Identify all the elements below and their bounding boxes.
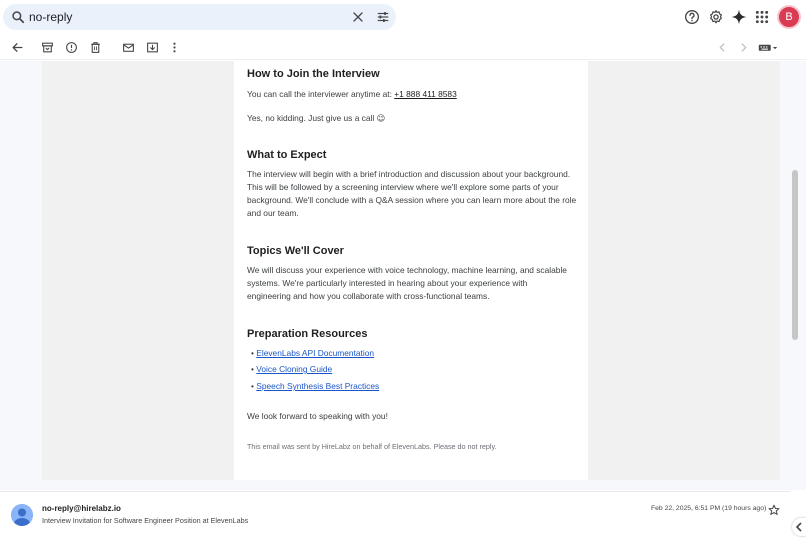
help-icon[interactable] — [684, 9, 700, 25]
section-heading-join: How to Join the Interview — [247, 68, 380, 80]
sender-avatar — [11, 504, 33, 526]
scrollbar-thumb[interactable] — [792, 170, 798, 340]
search-icon[interactable] — [11, 10, 25, 24]
trash-icon[interactable] — [89, 41, 102, 54]
call-text-label: You can call the interviewer anytime at: — [247, 89, 395, 99]
message-subject: Interview Invitation for Software Engine… — [42, 516, 249, 525]
email-content-card: How to Join the Interview You can call t… — [234, 61, 588, 480]
call-text: You can call the interviewer anytime at:… — [247, 88, 457, 101]
expect-body: The interview will begin with a brief in… — [247, 169, 577, 218]
side-panel-toggle[interactable] — [792, 518, 806, 536]
chevron-left-icon — [795, 522, 802, 532]
section-heading-topics: Topics We'll Cover — [247, 245, 344, 257]
resource-link[interactable]: Voice Cloning Guide — [256, 364, 332, 374]
arrow-back-icon[interactable] — [11, 41, 24, 54]
message-row[interactable]: no-reply@hirelabz.io Interview Invitatio… — [0, 491, 790, 541]
tune-icon[interactable] — [376, 10, 390, 24]
chevron-left-icon[interactable] — [716, 41, 729, 54]
report-spam-icon[interactable] — [65, 41, 78, 54]
section-heading-resources: Preparation Resources — [247, 328, 368, 340]
gear-icon[interactable] — [708, 9, 724, 25]
message-date: Feb 22, 2025, 6:51 PM (19 hours ago) — [651, 505, 767, 512]
search-input[interactable] — [29, 8, 329, 26]
list-item: • Voice Cloning Guide — [251, 364, 333, 374]
closing-text: We look forward to speaking with you! — [247, 411, 388, 421]
mark-unread-icon[interactable] — [122, 41, 135, 54]
move-to-icon[interactable] — [146, 41, 159, 54]
footer-note: This email was sent by HireLabz on behal… — [247, 442, 497, 451]
sparkle-icon[interactable] — [731, 9, 747, 25]
keyboard-icon[interactable] — [758, 41, 778, 54]
list-item: • ElevenLabs API Documentation — [251, 348, 375, 358]
sender-email: no-reply@hirelabz.io — [42, 504, 121, 513]
topics-body: We will discuss your experience with voi… — [247, 265, 567, 301]
archive-icon[interactable] — [41, 41, 54, 54]
apps-grid-icon[interactable] — [754, 9, 770, 25]
list-item: • Speech Synthesis Best Practices — [251, 381, 380, 391]
search-bar[interactable] — [3, 4, 396, 30]
chevron-right-icon[interactable] — [737, 41, 750, 54]
account-avatar[interactable]: B — [777, 5, 801, 29]
phone-link[interactable]: +1 888 411 8583 — [394, 89, 456, 99]
joke-text: Yes, no kidding. Just give us a call 😉 — [247, 113, 386, 123]
message-body-area: How to Join the Interview You can call t… — [0, 61, 790, 490]
message-toolbar — [0, 36, 806, 60]
section-heading-expect: What to Expect — [247, 149, 327, 161]
more-vert-icon[interactable] — [168, 41, 181, 54]
resource-link[interactable]: Speech Synthesis Best Practices — [256, 381, 379, 391]
person-icon — [11, 504, 33, 526]
close-icon[interactable] — [352, 11, 364, 23]
top-header: B — [0, 0, 806, 34]
resource-link[interactable]: ElevenLabs API Documentation — [256, 348, 374, 358]
star-icon[interactable] — [768, 504, 780, 516]
